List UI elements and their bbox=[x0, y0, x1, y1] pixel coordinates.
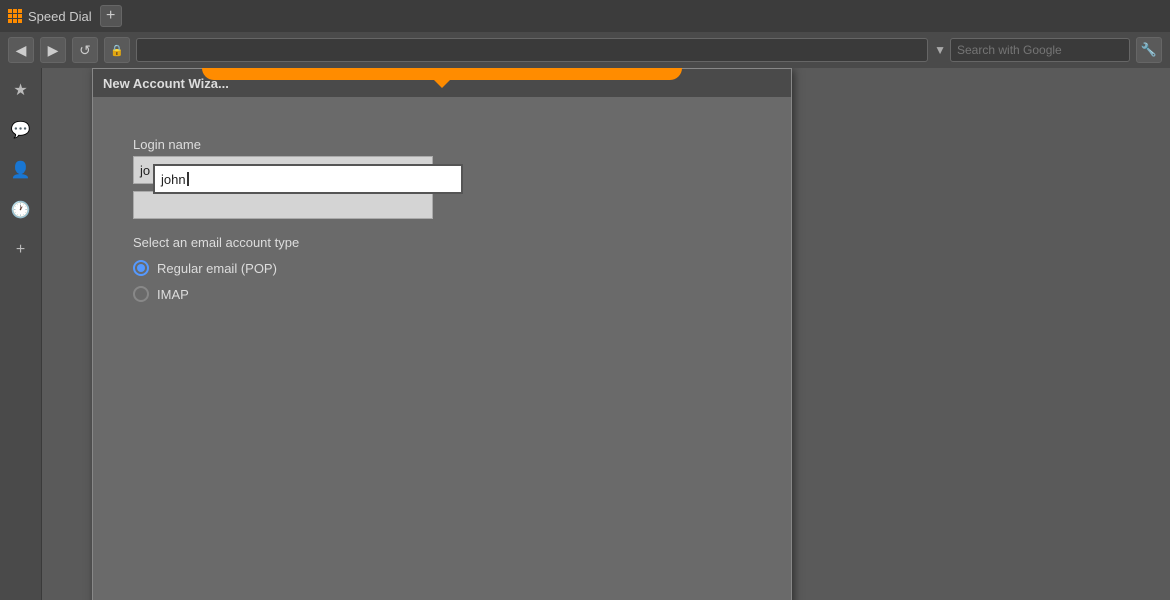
login-name-group: Login name jo john bbox=[133, 137, 751, 156]
radio-pop[interactable]: Regular email (POP) bbox=[133, 260, 751, 276]
sidebar: ★ 💬 👤 🕐 + bbox=[0, 68, 42, 600]
title-bar: Speed Dial + bbox=[0, 0, 1170, 32]
refresh-button[interactable]: ↺ bbox=[72, 37, 98, 63]
radio-imap-label: IMAP bbox=[157, 287, 189, 302]
account-type-label: Select an email account type bbox=[133, 235, 751, 250]
lock-button[interactable]: 🔒 bbox=[104, 37, 130, 63]
browser-title: Speed Dial bbox=[8, 9, 92, 24]
main-area: ★ 💬 👤 🕐 + New Account Wiza... bbox=[0, 68, 1170, 600]
search-input[interactable] bbox=[950, 38, 1130, 62]
wrench-button[interactable]: 🔧 bbox=[1136, 37, 1162, 63]
browser-window: Speed Dial + ◀ ▶ ↺ 🔒 ▼ 🔧 ★ 💬 👤 🕐 + bbox=[0, 0, 1170, 600]
radio-pop-label: Regular email (POP) bbox=[157, 261, 277, 276]
radio-imap-btn[interactable] bbox=[133, 286, 149, 302]
nav-bar: ◀ ▶ ↺ 🔒 ▼ 🔧 bbox=[0, 32, 1170, 68]
forward-button[interactable]: ▶ bbox=[40, 37, 66, 63]
form-section: Login name jo john bbox=[133, 137, 751, 302]
new-tab-button[interactable]: + bbox=[100, 5, 122, 27]
sidebar-icon-clock[interactable]: 🕐 bbox=[7, 196, 35, 224]
password-input[interactable] bbox=[133, 191, 433, 219]
login-name-input-active[interactable]: john bbox=[153, 164, 463, 194]
sidebar-icon-bookmark[interactable]: ★ bbox=[7, 76, 35, 104]
address-bar[interactable] bbox=[136, 38, 928, 62]
wizard-content: Type your username which should be your … bbox=[93, 97, 791, 600]
radio-imap[interactable]: IMAP bbox=[133, 286, 751, 302]
content-area: New Account Wiza... Type your username w… bbox=[42, 68, 1170, 600]
title-text: Speed Dial bbox=[28, 9, 92, 24]
back-button[interactable]: ◀ bbox=[8, 37, 34, 63]
account-type-section: Select an email account type Regular ema… bbox=[133, 235, 751, 302]
grid-icon bbox=[8, 9, 22, 23]
sidebar-icon-chat[interactable]: 💬 bbox=[7, 116, 35, 144]
wizard-dialog: New Account Wiza... Type your username w… bbox=[92, 68, 792, 600]
tooltip-callout: Type your username which should be your … bbox=[202, 68, 682, 80]
search-bar-wrapper: ▼ bbox=[934, 38, 1130, 62]
sidebar-icon-add[interactable]: + bbox=[7, 236, 35, 264]
sidebar-icon-contacts[interactable]: 👤 bbox=[7, 156, 35, 184]
search-icon: ▼ bbox=[934, 43, 946, 57]
login-name-label: Login name bbox=[133, 137, 751, 152]
radio-pop-btn[interactable] bbox=[133, 260, 149, 276]
